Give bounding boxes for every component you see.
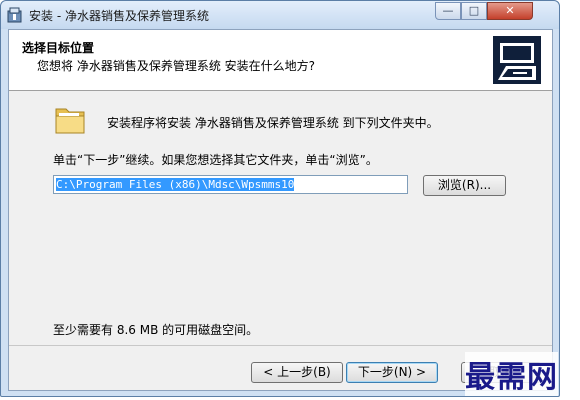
installer-window: 安装 - 净水器销售及保养管理系统 — □ ✕ 选择目标位置 您想将 净水器销售… (0, 0, 560, 397)
maximize-button[interactable]: □ (461, 2, 487, 20)
minimize-button[interactable]: — (435, 2, 461, 20)
destination-path-value: C:\Program Files (x86)\Mdsc\Wpsmms10 (56, 178, 295, 191)
folder-icon (55, 108, 85, 134)
wizard-header: 选择目标位置 您想将 净水器销售及保养管理系统 安装在什么地方? (9, 30, 552, 91)
instruction-text: 单击“下一步”继续。如果您想选择其它文件夹，单击“浏览”。 (53, 153, 378, 167)
close-button[interactable]: ✕ (487, 2, 533, 20)
page-title: 选择目标位置 (22, 41, 95, 55)
disk-space-text: 至少需要有 8.6 MB 的可用磁盘空间。 (53, 323, 259, 337)
install-location-text: 安装程序将安装 净水器销售及保养管理系统 到下列文件夹中。 (107, 116, 439, 130)
next-button[interactable]: 下一步(N) > (346, 362, 438, 383)
destination-path-input[interactable]: C:\Program Files (x86)\Mdsc\Wpsmms10 (53, 175, 408, 194)
browse-button[interactable]: 浏览(R)... (423, 175, 506, 196)
title-bar[interactable]: 安装 - 净水器销售及保养管理系统 — □ ✕ (1, 1, 559, 29)
wizard-client-area: 选择目标位置 您想将 净水器销售及保养管理系统 安装在什么地方? 安装程序将安装… (8, 29, 553, 391)
window-title: 安装 - 净水器销售及保养管理系统 (29, 9, 209, 23)
setup-computer-icon (493, 36, 541, 84)
installer-box-icon (7, 7, 22, 23)
back-button[interactable]: < 上一步(B) (251, 362, 343, 383)
page-subtitle: 您想将 净水器销售及保养管理系统 安装在什么地方? (37, 59, 316, 73)
site-watermark: 最需网 (465, 352, 558, 396)
footer-divider (9, 345, 552, 346)
